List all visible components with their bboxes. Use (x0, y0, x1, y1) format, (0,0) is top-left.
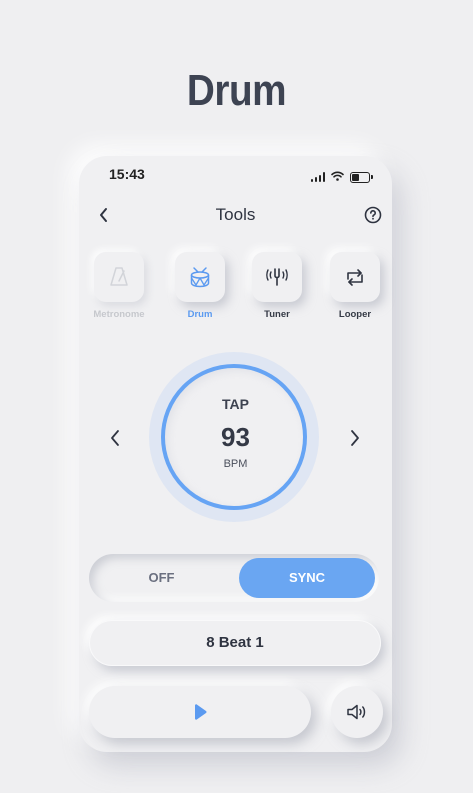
bpm-unit: BPM (223, 458, 248, 470)
tool-tuner[interactable]: Tuner (247, 252, 307, 320)
toggle-sync-option[interactable]: SYNC (239, 558, 375, 598)
bpm-value: 93 (221, 422, 250, 452)
signal-icon (310, 172, 325, 182)
tool-drum[interactable]: Drum (170, 252, 230, 320)
speaker-icon (347, 704, 366, 720)
tool-looper-button[interactable] (330, 252, 380, 302)
tool-drum-button[interactable] (175, 252, 225, 302)
tuning-fork-icon (266, 268, 288, 286)
toggle-off-option[interactable]: OFF (89, 554, 234, 602)
tool-metronome[interactable]: Metronome (89, 252, 149, 320)
tool-label: Metronome (93, 309, 145, 320)
screen-title: Tools (215, 205, 256, 224)
play-button[interactable] (89, 686, 311, 738)
loop-icon (347, 269, 363, 286)
battery-icon (350, 171, 373, 183)
tool-looper[interactable]: Looper (325, 252, 385, 320)
status-time: 15:43 (109, 166, 145, 182)
drum-icon (190, 267, 210, 288)
sync-toggle[interactable]: OFF SYNC (89, 554, 379, 602)
tool-label: Drum (187, 309, 213, 320)
status-icons (310, 168, 373, 186)
tool-tuner-button[interactable] (252, 252, 302, 302)
metronome-icon (110, 267, 128, 286)
help-circle-icon (364, 206, 382, 224)
tool-metronome-button[interactable] (94, 252, 144, 302)
wifi-icon (331, 168, 344, 186)
tap-label: TAP (222, 396, 249, 412)
tool-label: Looper (338, 309, 372, 320)
page-title: Drum (186, 66, 287, 115)
help-button[interactable] (362, 204, 384, 226)
phone-screen: 15:43 Tools Metronome Drum Tuner Looper … (79, 156, 392, 752)
play-icon (195, 704, 207, 720)
tool-label: Tuner (264, 309, 290, 320)
sound-button[interactable] (331, 686, 383, 738)
beat-pattern-selector[interactable]: 8 Beat 1 (89, 620, 381, 666)
